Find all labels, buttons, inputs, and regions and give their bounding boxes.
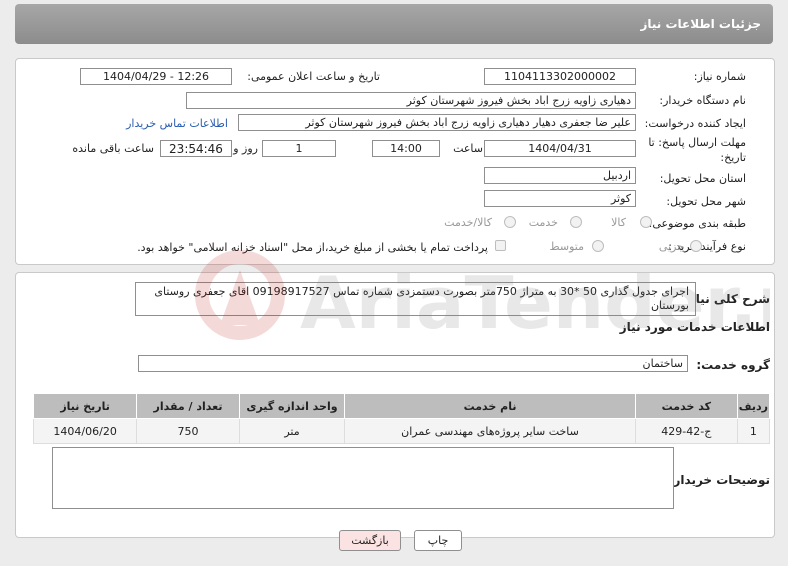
treasury-payment-note: پرداخت تمام یا بخشی از مبلغ خرید،از محل … — [137, 241, 488, 254]
description-label: شرح کلی نیاز: — [684, 292, 770, 306]
city-label: شهر محل تحویل: — [666, 195, 746, 208]
process-radio-medium[interactable] — [592, 240, 604, 252]
creator-label: ایجاد کننده درخواست: — [644, 117, 746, 130]
announce-label: تاریخ و ساعت اعلان عمومی: — [247, 70, 380, 83]
cell-name: ساخت سایر پروژه‌های مهندسی عمران — [344, 418, 636, 444]
category-radio-service[interactable] — [570, 216, 582, 228]
category-label: طبقه بندی موضوعی: — [648, 217, 746, 230]
col-name: نام خدمت — [344, 393, 636, 419]
need-number-field[interactable]: 1104113302000002 — [484, 68, 636, 85]
buyer-notes-textarea[interactable] — [52, 447, 674, 509]
services-section-title: اطلاعات خدمات مورد نیاز — [619, 320, 770, 334]
cell-row: 1 — [736, 418, 771, 444]
need-number-label: شماره نیاز: — [693, 70, 746, 83]
cell-unit: متر — [238, 418, 346, 444]
deadline-label-1: مهلت ارسال پاسخ: تا — [648, 136, 746, 149]
remaining-time-field[interactable]: 23:54:46 — [160, 140, 232, 157]
remaining-label: ساعت باقی مانده — [72, 142, 154, 155]
col-qty: تعداد / مقدار — [136, 393, 240, 419]
category-option-service: خدمت — [528, 216, 558, 229]
days-field[interactable]: 1 — [262, 140, 336, 157]
services-table: ردیف کد خدمت نام خدمت واحد اندازه گیری ت… — [32, 393, 771, 444]
cell-date: 1404/06/20 — [32, 418, 138, 444]
city-field[interactable]: کوثر — [484, 190, 636, 207]
col-date: تاریخ نیاز — [32, 393, 138, 419]
category-radio-goods-service[interactable] — [504, 216, 516, 228]
category-option-goods: کالا — [611, 216, 626, 229]
buyer-contact-link[interactable]: اطلاعات تماس خریدار — [126, 117, 228, 130]
category-radio-goods[interactable] — [640, 216, 652, 228]
province-label: استان محل تحویل: — [659, 172, 746, 185]
process-option-minor: جزیی — [658, 240, 684, 253]
days-label: روز و — [233, 142, 258, 155]
category-option-goods-service: کالا/خدمت — [444, 216, 492, 229]
col-unit: واحد اندازه گیری — [238, 393, 346, 419]
announce-field[interactable]: 1404/04/29 - 12:26 — [80, 68, 232, 85]
page-header: جزئیات اطلاعات نیاز — [15, 4, 773, 44]
col-row: ردیف — [736, 393, 771, 419]
page-title: جزئیات اطلاعات نیاز — [640, 17, 761, 31]
description-textarea[interactable]: اجرای جدول گذاری 50 *30 به متراژ 750متر … — [135, 282, 696, 316]
creator-field[interactable]: علیر ضا جعفری دهیار دهیاری زاویه زرج ابا… — [238, 114, 636, 131]
treasury-payment-checkbox[interactable] — [495, 240, 506, 251]
deadline-date-field[interactable]: 1404/04/31 — [484, 140, 636, 157]
deadline-time-label: ساعت — [453, 142, 483, 155]
cell-qty: 750 — [136, 418, 240, 444]
deadline-label-2: تاریخ: — [720, 151, 746, 164]
print-button[interactable]: چاپ — [414, 530, 462, 551]
buyer-org-field[interactable]: دهیاری زاویه زرج اباد بخش فیروز شهرستان … — [186, 92, 636, 109]
cell-code: ج-42-429 — [634, 418, 738, 444]
deadline-time-field[interactable]: 14:00 — [372, 140, 440, 157]
table-row: 1 ج-42-429 ساخت سایر پروژه‌های مهندسی عم… — [32, 418, 771, 444]
col-code: کد خدمت — [634, 393, 738, 419]
service-group-label: گروه خدمت: — [696, 358, 770, 372]
process-option-medium: متوسط — [549, 240, 584, 253]
process-radio-minor[interactable] — [690, 240, 702, 252]
back-button[interactable]: بازگشت — [339, 530, 401, 551]
buyer-org-label: نام دستگاه خریدار: — [659, 94, 746, 107]
service-group-field[interactable]: ساختمان — [138, 355, 688, 372]
province-field[interactable]: اردبیل — [484, 167, 636, 184]
need-info-panel — [15, 58, 775, 265]
buyer-notes-label: توضیحات خریدار: — [668, 473, 770, 487]
